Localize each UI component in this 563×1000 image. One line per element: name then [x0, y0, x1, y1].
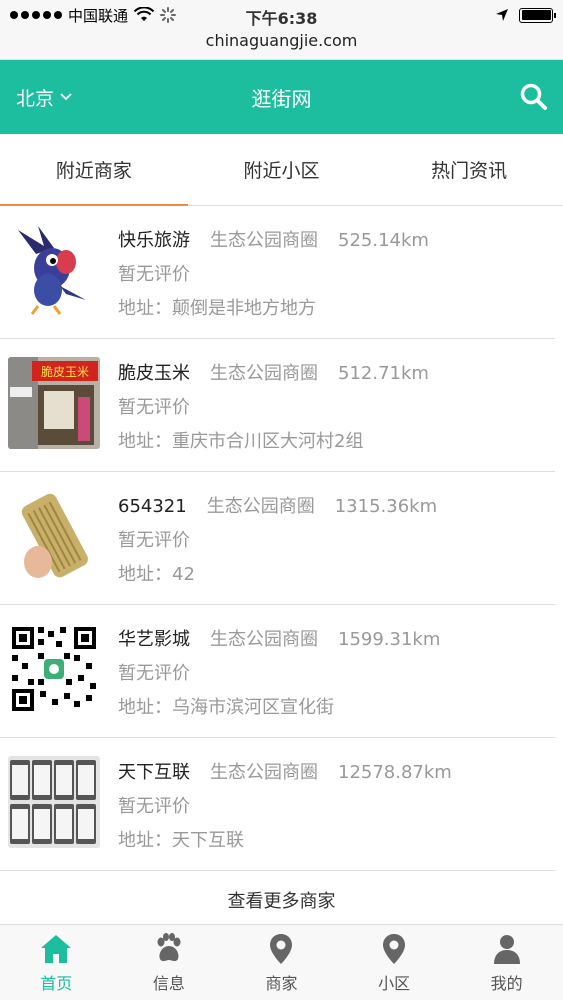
merchant-name: 快乐旅游	[118, 230, 190, 251]
app-header: 北京 逛街网	[0, 60, 563, 134]
loading-spinner-icon	[160, 7, 177, 23]
user-icon	[493, 934, 520, 964]
merchant-distance: 1599.31km	[338, 629, 441, 650]
merchant-list: 快乐旅游 生态公园商圈 525.14km 暂无评价 地址：颠倒是非地方地方 脆皮…	[0, 206, 563, 911]
merchant-name: 天下互联	[118, 762, 190, 783]
carrier-info: 中国联通	[10, 5, 177, 26]
city-selector[interactable]: 北京	[16, 84, 72, 111]
merchant-area: 生态公园商圈	[210, 230, 318, 251]
tab-hot-news[interactable]: 热门资讯	[375, 134, 563, 205]
home-icon	[41, 934, 72, 963]
location-pin-icon	[270, 933, 293, 964]
nav-label: 首页	[40, 973, 73, 993]
nav-home[interactable]: 首页	[0, 925, 113, 1000]
nav-label: 我的	[490, 973, 523, 993]
tab-nearby-communities[interactable]: 附近小区	[188, 134, 376, 205]
merchant-thumbnail	[8, 490, 100, 582]
list-item[interactable]: 脆皮玉米 脆皮玉米 生态公园商圈 512.71km 暂无评价 地址：重庆市合川区…	[0, 339, 555, 472]
merchant-thumbnail	[8, 224, 100, 316]
merchant-distance: 12578.87km	[338, 762, 452, 783]
merchant-area: 生态公园商圈	[210, 762, 318, 783]
battery-icon	[519, 7, 556, 23]
nav-merchants[interactable]: 商家	[225, 925, 338, 1000]
view-more-merchants-link[interactable]: 查看更多商家	[0, 871, 563, 911]
merchant-rating: 暂无评价	[118, 663, 190, 684]
merchant-area: 生态公园商圈	[206, 496, 315, 517]
nav-label: 信息	[152, 973, 185, 993]
paw-icon	[157, 932, 181, 961]
list-item[interactable]: 快乐旅游 生态公园商圈 525.14km 暂无评价 地址：颠倒是非地方地方	[0, 206, 555, 339]
merchant-distance: 1315.36km	[334, 496, 438, 517]
merchant-name: 华艺影城	[118, 629, 190, 650]
merchant-distance: 512.71km	[338, 363, 429, 384]
merchant-address: 地址：42	[118, 564, 195, 585]
nav-label: 商家	[265, 973, 298, 993]
status-bar: 中国联通 下午6:38 chinaguangjie.com	[0, 0, 563, 60]
list-item[interactable]: 654321 生态公园商圈 1315.36km 暂无评价 地址：42	[0, 472, 555, 605]
nav-label: 小区	[378, 973, 411, 993]
merchant-thumbnail: 脆皮玉米	[8, 357, 100, 449]
bottom-nav: 首页 信息 商家 小区 我的	[0, 924, 563, 1000]
signal-icon	[10, 11, 62, 19]
merchant-address: 地址：乌海市滨河区宣化街	[118, 697, 334, 718]
wifi-icon	[134, 7, 155, 21]
merchant-thumbnail	[8, 756, 100, 848]
merchant-address: 地址：颠倒是非地方地方	[118, 298, 316, 319]
merchant-rating: 暂无评价	[118, 264, 190, 285]
merchant-rating: 暂无评价	[118, 796, 190, 817]
nav-info[interactable]: 信息	[113, 925, 226, 1000]
merchant-name: 脆皮玉米	[118, 363, 190, 384]
merchant-name: 654321	[118, 496, 187, 517]
city-label: 北京	[16, 87, 55, 110]
location-pin-icon	[383, 933, 406, 964]
shop-sign-text: 脆皮玉米	[41, 364, 89, 379]
list-item[interactable]: 天下互联 生态公园商圈 12578.87km 暂无评价 地址：天下互联	[0, 738, 555, 871]
page-title: 逛街网	[251, 86, 312, 111]
merchant-area: 生态公园商圈	[210, 629, 318, 650]
carrier-name: 中国联通	[68, 6, 129, 25]
nav-mine[interactable]: 我的	[450, 925, 563, 1000]
search-icon[interactable]	[519, 82, 549, 112]
list-item[interactable]: 华艺影城 生态公园商圈 1599.31km 暂无评价 地址：乌海市滨河区宣化街	[0, 605, 555, 738]
merchant-address: 地址：天下互联	[118, 830, 244, 851]
nav-communities[interactable]: 小区	[338, 925, 451, 1000]
merchant-qr-code	[8, 623, 100, 715]
category-tabs: 附近商家 附近小区 热门资讯	[0, 134, 563, 206]
tab-nearby-merchants[interactable]: 附近商家	[0, 134, 188, 206]
merchant-area: 生态公园商圈	[210, 363, 318, 384]
chevron-down-icon	[60, 93, 72, 101]
merchant-distance: 525.14km	[338, 230, 429, 251]
location-arrow-icon	[496, 9, 508, 21]
merchant-rating: 暂无评价	[118, 397, 190, 418]
merchant-address: 地址：重庆市合川区大河村2组	[118, 431, 364, 452]
url-bar[interactable]: chinaguangjie.com	[0, 30, 563, 56]
merchant-rating: 暂无评价	[118, 530, 190, 551]
